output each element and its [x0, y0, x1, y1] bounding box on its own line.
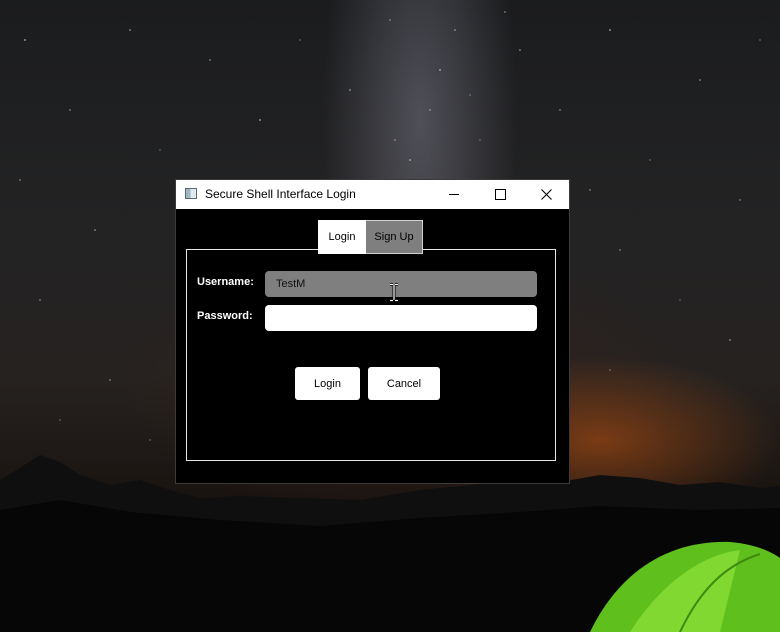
cancel-button[interactable]: Cancel: [368, 367, 440, 400]
login-button[interactable]: Login: [295, 367, 360, 400]
minimize-button[interactable]: [431, 180, 477, 209]
tab-sign-up[interactable]: Sign Up: [366, 220, 423, 254]
minimize-icon: [449, 194, 459, 195]
password-input[interactable]: [265, 305, 537, 331]
title-bar[interactable]: Secure Shell Interface Login: [176, 180, 569, 209]
username-input[interactable]: [265, 271, 537, 297]
window-title: Secure Shell Interface Login: [205, 187, 356, 201]
tent: [590, 541, 780, 632]
username-label: Username:: [197, 276, 254, 288]
tab-login[interactable]: Login: [318, 220, 366, 254]
maximize-button[interactable]: [477, 180, 523, 209]
close-icon: [540, 189, 552, 200]
close-button[interactable]: [523, 180, 569, 209]
app-window-icon: [185, 188, 197, 199]
password-label: Password:: [197, 310, 253, 322]
text-cursor-icon: [390, 283, 398, 302]
login-window: Secure Shell Interface Login Login Sign …: [176, 180, 569, 483]
maximize-icon: [494, 189, 506, 200]
